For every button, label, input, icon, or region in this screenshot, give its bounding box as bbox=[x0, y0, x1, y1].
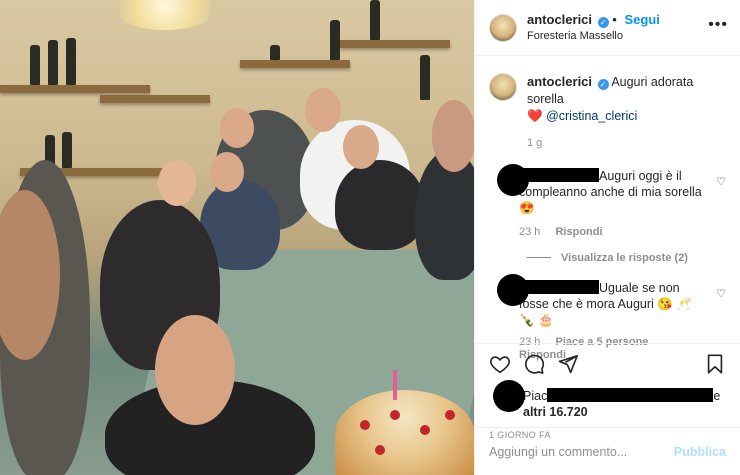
caption-time: 1 g bbox=[527, 137, 543, 149]
redacted-avatar bbox=[493, 380, 525, 412]
person bbox=[415, 150, 474, 280]
comment-composer: Aggiungi un commento... Pubblica bbox=[475, 427, 740, 475]
comments-list[interactable]: antoclerici ✓ Auguri adorata sorella ❤️ … bbox=[475, 57, 740, 361]
share-icon[interactable] bbox=[557, 353, 579, 375]
view-replies-button[interactable]: Visualizza le risposte (2) bbox=[527, 252, 726, 264]
caption-emoji: ❤️ bbox=[527, 109, 543, 123]
comment-text: compleanno anche di mia sorella bbox=[519, 185, 702, 199]
wine-bottle bbox=[62, 132, 72, 168]
caption-username-link[interactable]: antoclerici bbox=[527, 74, 592, 89]
person-face bbox=[210, 152, 244, 192]
likes-suffix: e bbox=[713, 389, 721, 403]
wine-shelf bbox=[0, 85, 150, 93]
cake-berry bbox=[375, 445, 385, 455]
wine-shelf bbox=[240, 60, 350, 68]
post-photo[interactable] bbox=[0, 0, 474, 475]
caption: antoclerici ✓ Auguri adorata sorella ❤️ … bbox=[489, 73, 726, 152]
post-actions: Piac e altri 16.720 1 GIORNO FA bbox=[475, 343, 740, 440]
comment-text: fosse che è mora Auguri 😘 🥂 bbox=[519, 297, 692, 311]
comment-text: Uguale se non bbox=[599, 281, 680, 295]
comment: Auguri oggi è il compleanno anche di mia… bbox=[489, 164, 726, 240]
bookmark-icon[interactable] bbox=[704, 353, 726, 375]
redacted-username bbox=[519, 280, 599, 294]
likes-prefix: Piac bbox=[523, 389, 548, 403]
likes-summary[interactable]: Piac e altri 16.720 bbox=[489, 380, 726, 420]
post-header: antoclerici ✓ • Segui Foresteria Massell… bbox=[475, 0, 740, 56]
wine-bottle bbox=[330, 20, 340, 60]
location-link[interactable]: Foresteria Massello bbox=[527, 28, 660, 44]
person-face bbox=[432, 100, 474, 172]
comment-emoji: 😍 bbox=[519, 201, 535, 215]
wine-bottle bbox=[270, 45, 280, 60]
username-link[interactable]: antoclerici bbox=[527, 12, 592, 27]
reply-button[interactable]: Rispondi bbox=[555, 226, 602, 238]
mention-link[interactable]: @cristina_clerici bbox=[546, 109, 637, 123]
person-face bbox=[220, 108, 254, 148]
person-face bbox=[343, 125, 379, 169]
person-face bbox=[155, 315, 235, 425]
cake-berry bbox=[360, 420, 370, 430]
verified-badge-icon: ✓ bbox=[597, 79, 609, 90]
comment-input[interactable]: Aggiungi un commento... bbox=[489, 445, 674, 459]
more-horizontal-icon[interactable]: ••• bbox=[708, 16, 728, 34]
comment-text: Auguri oggi è il bbox=[599, 169, 682, 183]
cake-berry bbox=[420, 425, 430, 435]
wine-shelf bbox=[340, 40, 450, 48]
person bbox=[335, 160, 425, 250]
wine-bottle bbox=[48, 40, 58, 85]
replies-line bbox=[527, 257, 551, 258]
likes-others[interactable]: altri 16.720 bbox=[489, 404, 726, 420]
person-face bbox=[158, 160, 196, 206]
avatar[interactable] bbox=[489, 73, 517, 101]
view-replies-label: Visualizza le risposte (2) bbox=[561, 252, 688, 264]
post-side-panel: antoclerici ✓ • Segui Foresteria Massell… bbox=[474, 0, 740, 475]
verified-badge-icon: ✓ bbox=[597, 16, 609, 28]
heart-icon[interactable]: ♡ bbox=[716, 174, 726, 190]
separator-dot: • bbox=[612, 11, 617, 27]
comment-icon[interactable] bbox=[523, 353, 545, 375]
publish-button[interactable]: Pubblica bbox=[674, 445, 726, 459]
avatar[interactable] bbox=[489, 13, 517, 42]
wine-bottle bbox=[66, 38, 76, 85]
redacted-username bbox=[547, 388, 714, 402]
redacted-avatar bbox=[497, 274, 529, 306]
follow-button[interactable]: Segui bbox=[624, 12, 659, 27]
person-face bbox=[305, 88, 341, 132]
redacted-avatar bbox=[497, 164, 529, 196]
wine-bottle bbox=[420, 55, 430, 100]
comment-time: 23 h bbox=[519, 226, 541, 238]
candle bbox=[393, 370, 397, 400]
like-heart-icon[interactable] bbox=[489, 353, 511, 375]
ceiling-lamp bbox=[120, 0, 210, 30]
cake-berry bbox=[390, 410, 400, 420]
wine-shelf bbox=[100, 95, 210, 103]
comment-emoji: 🍾 🎂 bbox=[519, 313, 554, 327]
cake-berry bbox=[445, 410, 455, 420]
redacted-username bbox=[519, 168, 599, 182]
wine-bottle bbox=[370, 0, 380, 40]
birthday-cake bbox=[335, 390, 474, 475]
wine-bottle bbox=[30, 45, 40, 85]
heart-icon[interactable]: ♡ bbox=[716, 286, 726, 302]
